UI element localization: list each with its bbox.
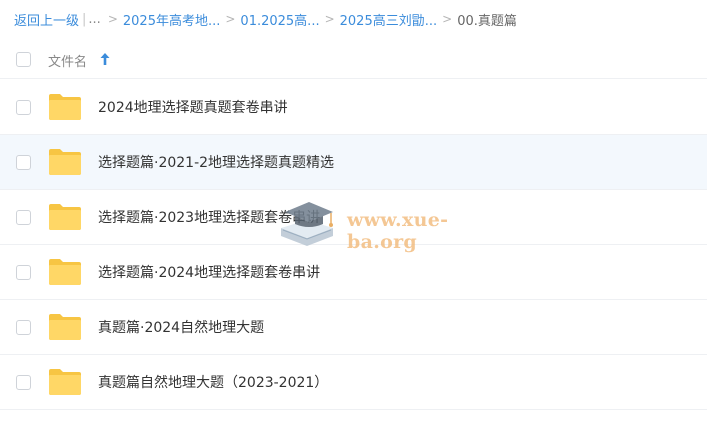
list-item[interactable]: 选择题篇·2023地理选择题套卷串讲 <box>0 190 707 245</box>
breadcrumb-pipe: | <box>82 11 87 27</box>
breadcrumb-crumb-3[interactable]: 2025高三刘勖... <box>340 10 437 29</box>
column-header-name[interactable]: 文件名 <box>48 51 87 70</box>
breadcrumb-separator: > <box>324 12 335 26</box>
row-checkbox[interactable] <box>16 265 31 280</box>
row-checkbox[interactable] <box>16 155 31 170</box>
breadcrumb-separator: > <box>442 12 453 26</box>
file-name[interactable]: 选择题篇·2024地理选择题套卷串讲 <box>98 262 320 282</box>
row-checkbox[interactable] <box>16 210 31 225</box>
folder-icon <box>49 314 81 340</box>
select-all-checkbox[interactable] <box>16 52 31 67</box>
breadcrumb-crumb-1[interactable]: 2025年高考地... <box>123 10 220 29</box>
back-link[interactable]: 返回上一级 <box>14 10 79 29</box>
breadcrumb-separator: > <box>107 12 118 26</box>
folder-icon <box>49 94 81 120</box>
breadcrumb-ellipsis[interactable]: ... <box>88 12 100 27</box>
row-checkbox[interactable] <box>16 100 31 115</box>
folder-icon <box>49 259 81 285</box>
breadcrumb-separator: > <box>225 12 236 26</box>
file-name[interactable]: 2024地理选择题真题套卷串讲 <box>98 97 288 117</box>
folder-icon <box>49 149 81 175</box>
file-browser: 返回上一级 | ... > 2025年高考地... > 01.2025高... … <box>0 0 707 421</box>
file-name[interactable]: 选择题篇·2023地理选择题套卷串讲 <box>98 207 320 227</box>
row-checkbox[interactable] <box>16 375 31 390</box>
folder-icon <box>49 369 81 395</box>
breadcrumb-crumb-2[interactable]: 01.2025高... <box>240 10 319 29</box>
file-name[interactable]: 真题篇自然地理大题（2023-2021） <box>98 372 328 392</box>
file-list: 2024地理选择题真题套卷串讲 选择题篇·2021-2地理选择题真题精选 选择题… <box>0 80 707 410</box>
breadcrumb: 返回上一级 | ... > 2025年高考地... > 01.2025高... … <box>14 9 517 29</box>
list-header: 文件名 <box>0 42 707 79</box>
folder-icon <box>49 204 81 230</box>
file-name[interactable]: 真题篇·2024自然地理大题 <box>98 317 264 337</box>
row-checkbox[interactable] <box>16 320 31 335</box>
list-item[interactable]: 2024地理选择题真题套卷串讲 <box>0 80 707 135</box>
list-item[interactable]: 选择题篇·2021-2地理选择题真题精选 <box>0 135 707 190</box>
list-item[interactable]: 真题篇·2024自然地理大题 <box>0 300 707 355</box>
list-item[interactable]: 真题篇自然地理大题（2023-2021） <box>0 355 707 410</box>
file-name[interactable]: 选择题篇·2021-2地理选择题真题精选 <box>98 152 334 172</box>
breadcrumb-current: 00.真题篇 <box>457 13 517 29</box>
arrow-up-icon[interactable] <box>99 51 111 67</box>
list-item[interactable]: 选择题篇·2024地理选择题套卷串讲 <box>0 245 707 300</box>
